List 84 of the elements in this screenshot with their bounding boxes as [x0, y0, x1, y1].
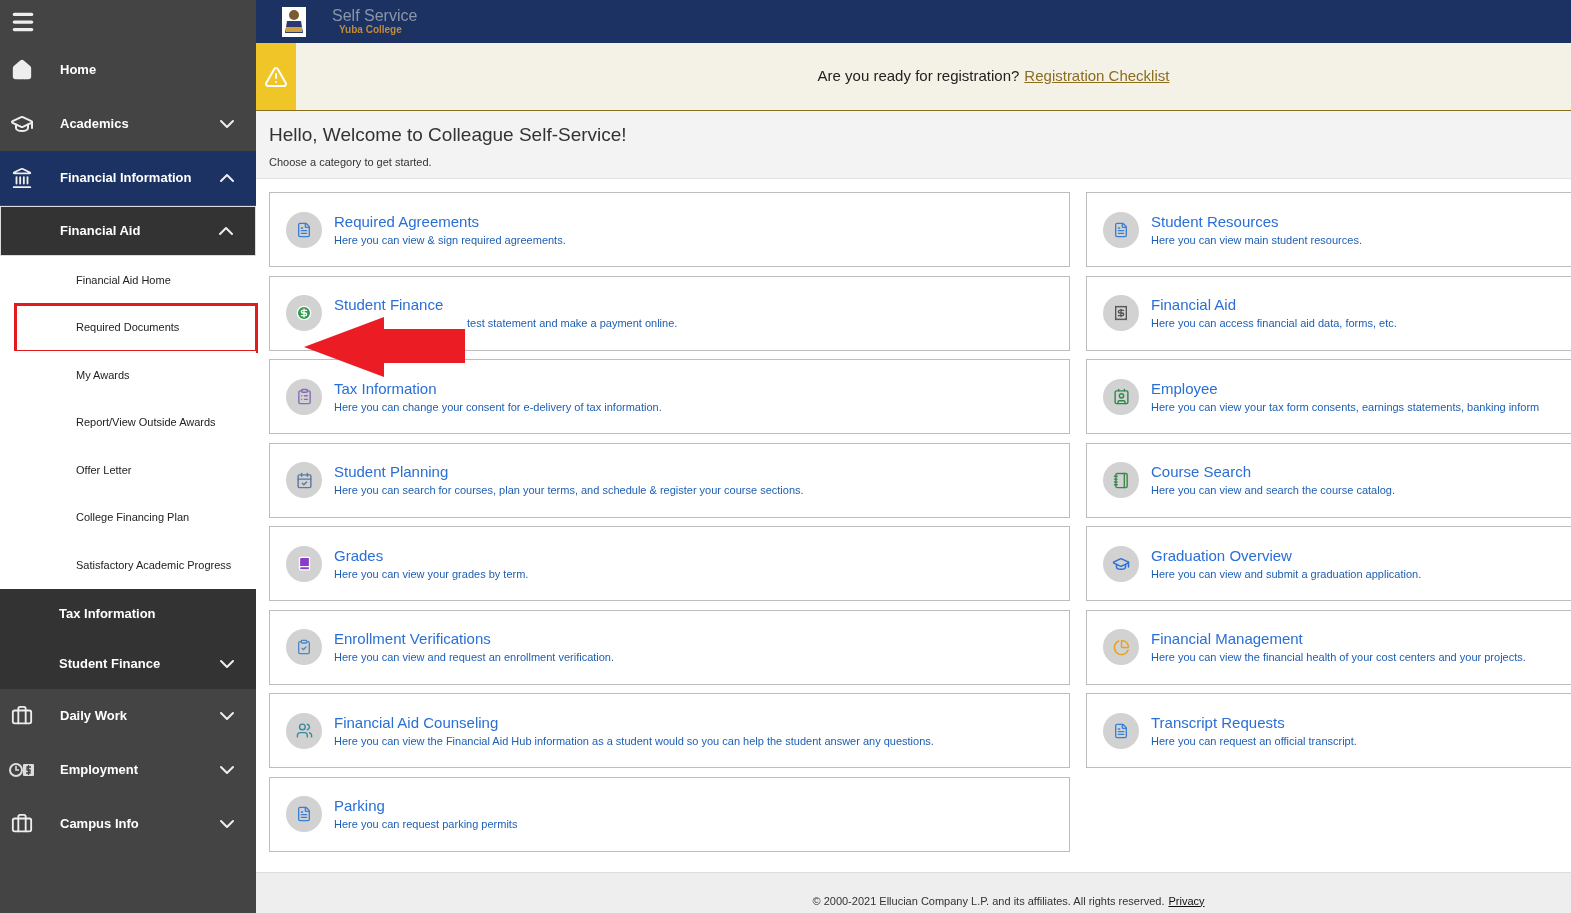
card-description: Here you can view your grades by term.: [334, 566, 529, 582]
category-card[interactable]: Required Agreements Here you can view & sign required agreements.: [269, 192, 1070, 267]
category-card[interactable]: Employee Here you can view your tax form consents, earnings statements, banking inform: [1086, 359, 1571, 434]
card-description: Here you can view your tax form consents, earnings statements, banking inform: [1151, 399, 1540, 415]
document-icon: [1113, 722, 1129, 739]
sidebar-subitem[interactable]: Financial Aid Home: [76, 271, 171, 288]
card-description: Here you can view the financial health of your cost centers and your projects.: [1151, 650, 1526, 665]
card-title[interactable]: Parking: [334, 796, 518, 816]
id-card-icon: [1112, 388, 1130, 405]
sidebar-item[interactable]: Financial Information: [0, 151, 256, 205]
card-title[interactable]: Course Search: [1151, 462, 1395, 482]
card-title[interactable]: Tax Information: [334, 378, 662, 399]
card-title[interactable]: Graduation Overview: [1151, 545, 1422, 566]
card-title[interactable]: Financial Aid: [1151, 295, 1397, 315]
calendar-icon: [295, 471, 313, 489]
sidebar-subitem[interactable]: College Financing Plan: [76, 509, 190, 526]
category-card[interactable]: Financial Aid Counseling Here you can view the Financial Aid Hub information as a student would so you can help the student answer any questions.: [269, 693, 1070, 768]
checklist-icon: [296, 639, 312, 655]
card-title[interactable]: Student Finance: [334, 295, 678, 315]
card-description: Here you can search for courses, plan your terms, and schedule & register your course sections.: [334, 483, 804, 498]
home-icon: [11, 59, 33, 81]
bank-icon: [11, 167, 33, 189]
welcome-subtitle: Choose a category to get started.: [269, 154, 433, 170]
sidebar-subitem[interactable]: Offer Letter: [76, 461, 132, 478]
card-title[interactable]: Employee: [1151, 378, 1540, 399]
card-description: Here you can access financial aid data, forms, etc.: [1151, 316, 1397, 331]
book-icon: [296, 556, 312, 571]
document-icon: [1113, 221, 1129, 238]
sidebar-subitem[interactable]: Required Documents: [76, 319, 180, 336]
document-icon: [296, 806, 312, 822]
category-card[interactable]: Course Search Here you can view and search the course catalog.: [1086, 442, 1571, 518]
sidebar-subitem[interactable]: Report/View Outside Awards: [76, 414, 216, 431]
warning-icon: [264, 64, 288, 89]
app-title: Self Service: [332, 8, 418, 24]
card-title[interactable]: Financial Aid Counseling: [334, 712, 934, 733]
category-card[interactable]: Parking Here you can request parking permits: [269, 776, 1070, 852]
sidebar-subitem[interactable]: My Awards: [76, 366, 130, 383]
category-card[interactable]: Student Planning Here you can search for courses, plan your terms, and schedule & register your course sections.: [269, 442, 1070, 518]
pie-chart-icon: [1112, 638, 1130, 656]
card-description: Here you can view & sign required agreements.: [334, 232, 566, 248]
welcome-title: Hello, Welcome to Colleague Self-Service!: [269, 123, 628, 147]
card-title[interactable]: Grades: [334, 545, 529, 566]
copyright-text: © 2000-2021 Ellucian Company L.P. and its affiliates. All rights reserved.: [812, 893, 1165, 909]
clipboard-icon: [295, 388, 313, 405]
category-card[interactable]: Graduation Overview Here you can view and submit a graduation application.: [1086, 526, 1571, 601]
alert-text: Are you ready for registration?: [817, 66, 1020, 87]
card-description: Here you can view and request an enrollment verification.: [334, 650, 615, 665]
notebook-icon: [1112, 471, 1130, 489]
category-card[interactable]: Financial Aid Here you can access financial aid data, forms, etc.: [1086, 275, 1571, 351]
briefcase-icon: [11, 812, 33, 835]
clock-dollar-icon: [9, 761, 35, 778]
briefcase-icon: [11, 704, 33, 727]
people-icon: [295, 722, 313, 739]
card-title[interactable]: Financial Management: [1151, 629, 1526, 649]
card-description: Here you can request an official transcript.: [1151, 733, 1357, 749]
sidebar-item[interactable]: Student Finance: [0, 638, 256, 689]
card-description: Here you can view and submit a graduation application.: [1151, 566, 1422, 582]
card-description: Here you can view main student resources.: [1151, 232, 1362, 248]
category-card[interactable]: Student Resources Here you can view main student resources.: [1086, 192, 1571, 267]
card-description: Here you can view the Financial Aid Hub information as a student would so you can help the student answer any questions.: [334, 733, 934, 749]
card-title[interactable]: Student Planning: [334, 462, 804, 482]
logo-icon: [282, 6, 306, 37]
category-card[interactable]: Financial Management Here you can view the financial health of your cost centers and your projects.: [1086, 609, 1571, 685]
card-title[interactable]: Transcript Requests: [1151, 712, 1357, 733]
category-card[interactable]: Grades Here you can view your grades by term.: [269, 526, 1070, 601]
card-description: test statement and make a payment online.: [467, 316, 678, 331]
sidebar-item[interactable]: Financial Aid: [0, 206, 256, 256]
card-title[interactable]: Enrollment Verifications: [334, 629, 615, 649]
category-card[interactable]: Tax Information Here you can change your consent for e-delivery of tax information.: [269, 359, 1070, 434]
document-icon: [296, 221, 312, 238]
dollar-coin-icon: [296, 305, 312, 321]
checklist-link[interactable]: Registration Checklist: [1024, 65, 1170, 88]
category-card[interactable]: Student Finance test statement and make a payment online.: [269, 275, 1070, 351]
card-description: Here you can view and search the course catalog.: [1151, 483, 1395, 498]
sidebar-item[interactable]: Tax Information: [0, 588, 256, 639]
card-title[interactable]: Required Agreements: [334, 211, 566, 232]
college-name: Yuba College: [339, 25, 403, 35]
privacy-link[interactable]: Privacy: [1168, 892, 1205, 909]
receipt-icon: [1113, 305, 1129, 321]
card-description: Here you can request parking permits: [334, 817, 518, 832]
category-card[interactable]: Transcript Requests Here you can request an official transcript.: [1086, 693, 1571, 768]
category-card[interactable]: Enrollment Verifications Here you can view and request an enrollment verification.: [269, 609, 1070, 685]
card-title[interactable]: Student Resources: [1151, 211, 1362, 232]
card-description: Here you can change your consent for e-delivery of tax information.: [334, 399, 662, 415]
